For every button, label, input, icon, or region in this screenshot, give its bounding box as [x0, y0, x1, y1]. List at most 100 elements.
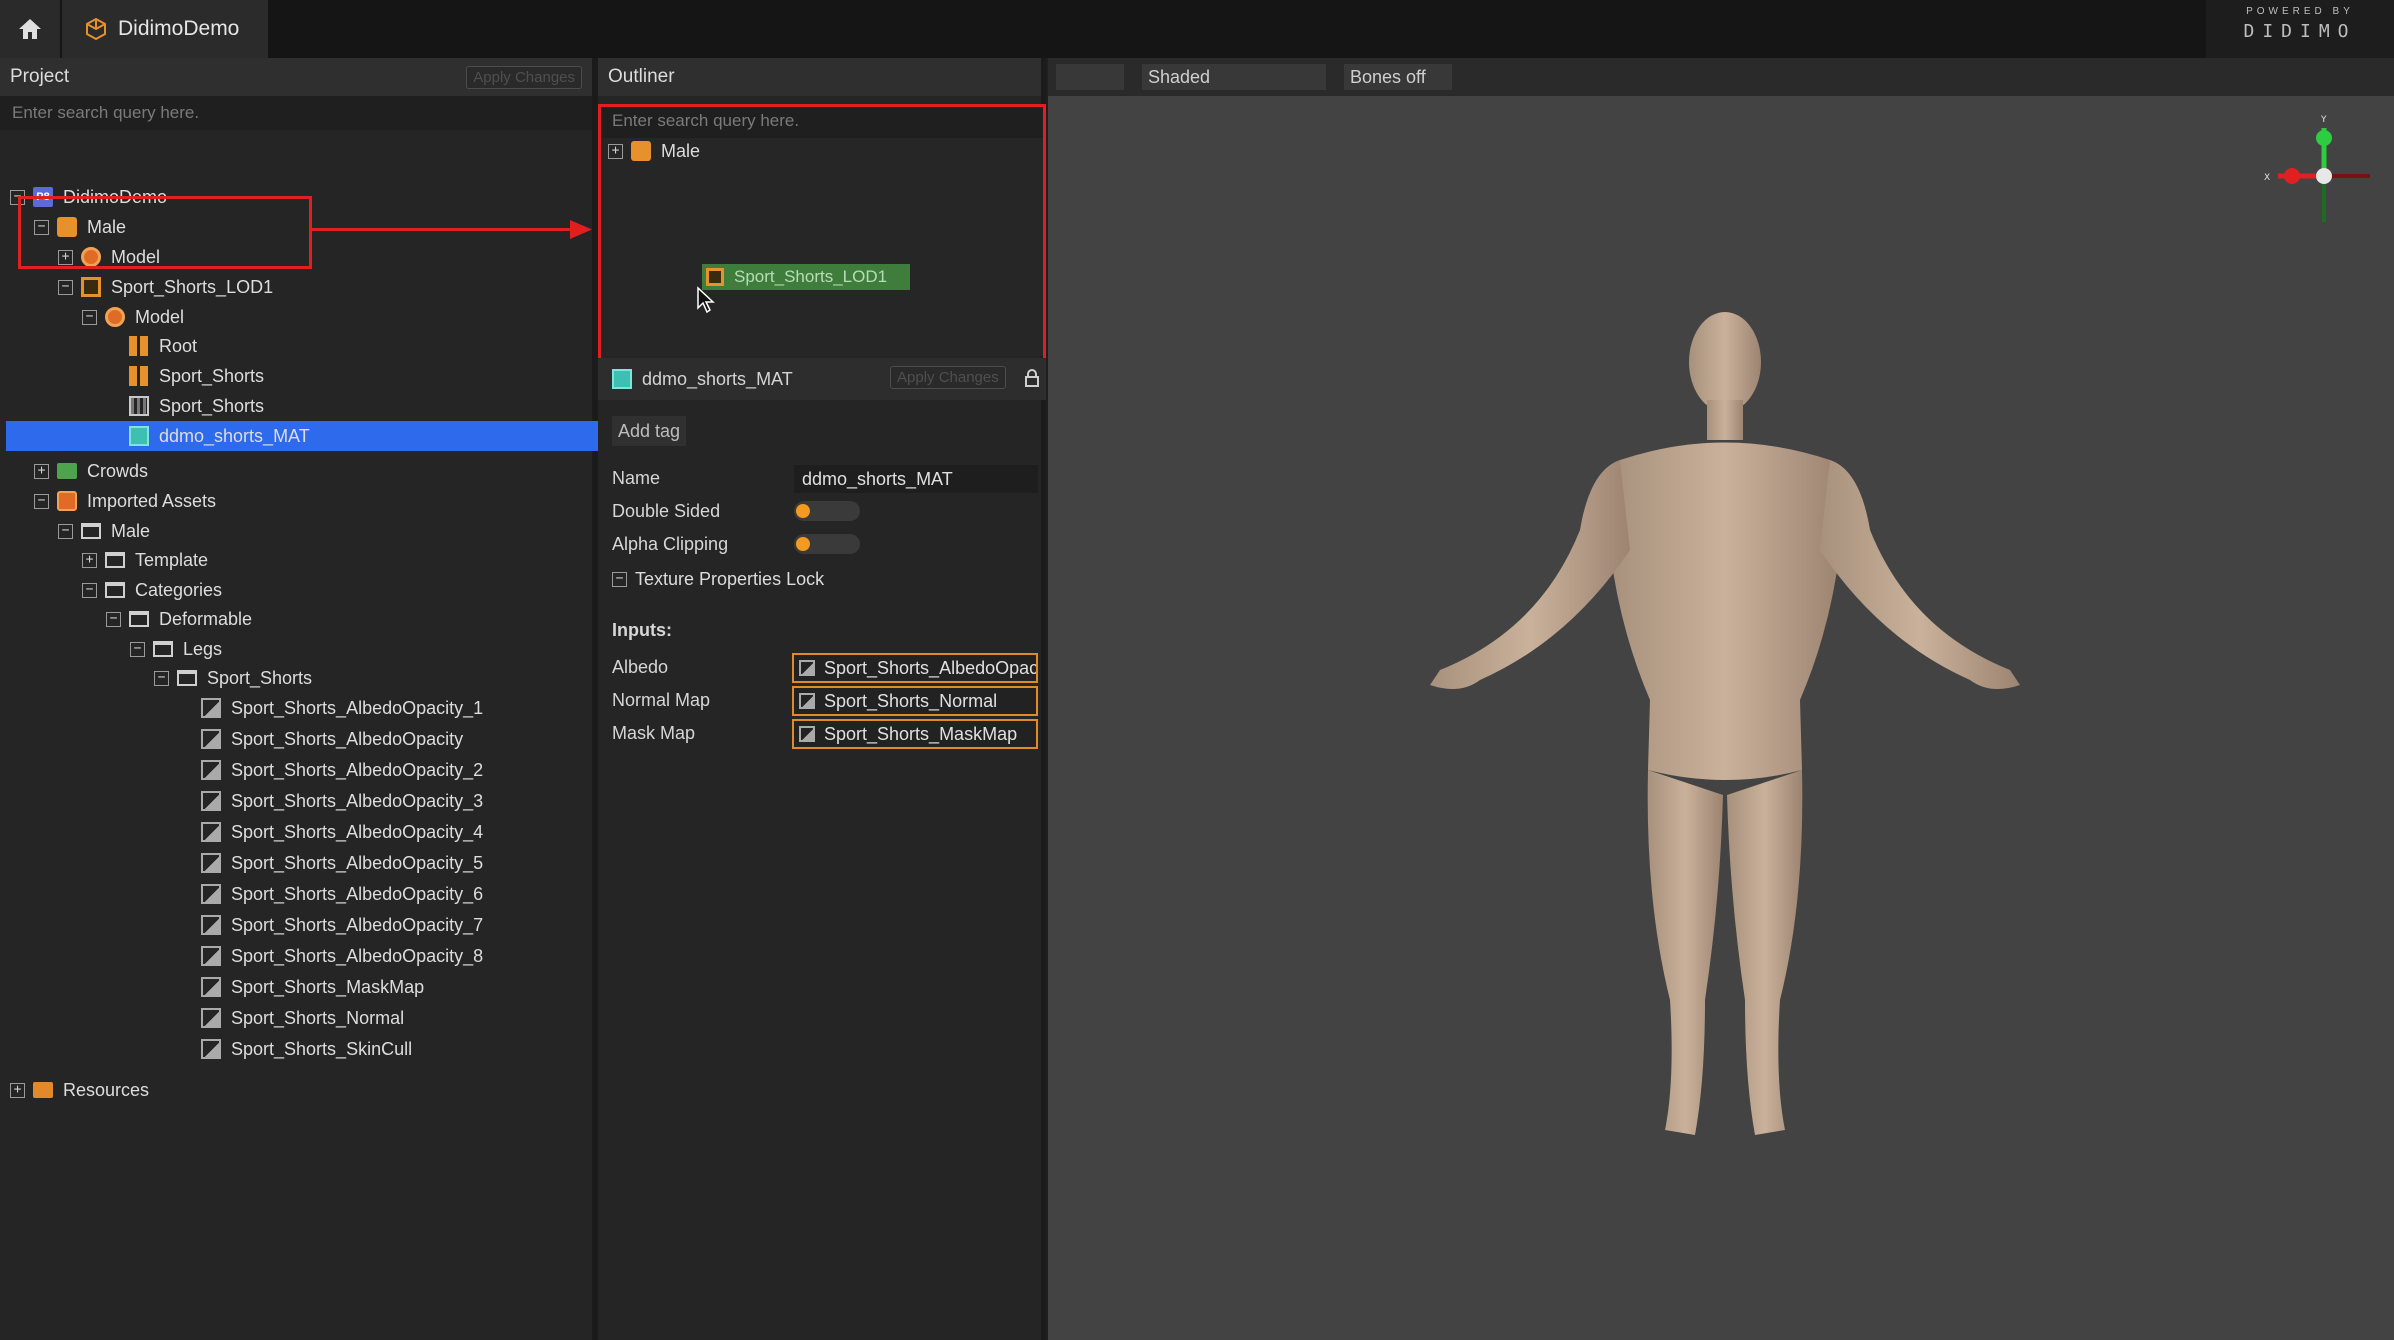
material-header-name: ddmo_shorts_MAT [642, 368, 793, 389]
image-icon [201, 698, 221, 718]
alpha-clipping-label: Alpha Clipping [612, 534, 729, 554]
project-tree-item-label: Sport_Shorts_AlbedoOpacity_8 [231, 945, 484, 966]
project-tree-item-label: Legs [183, 638, 223, 659]
inputs-label: Inputs: [612, 620, 672, 640]
collapse-icon[interactable]: − [82, 309, 97, 325]
folder-icon [105, 552, 125, 568]
albedo-label: Albedo [612, 657, 669, 677]
project-tree-item-label: Sport_Shorts_AlbedoOpacity_3 [231, 790, 484, 811]
highlight-box-outliner [598, 104, 1046, 366]
brand-logo: POWERED BY DIDIMO [2206, 0, 2394, 58]
bones-toggle[interactable]: Bones off [1344, 64, 1452, 90]
project-tree-item-label: Imported Assets [87, 490, 217, 511]
lock-icon[interactable] [1024, 368, 1040, 388]
project-tree-item[interactable]: + Crowds [34, 456, 148, 486]
image-icon [799, 726, 815, 742]
project-tree-item[interactable]: − Legs [130, 634, 222, 664]
shading-dropdown[interactable]: Shaded [1142, 64, 1326, 90]
project-tree-item-label: Sport_Shorts_AlbedoOpacity_2 [231, 759, 484, 780]
project-tree-item-label: Sport_Shorts_Normal [231, 1007, 405, 1028]
viewport-blank-button[interactable] [1056, 64, 1124, 90]
project-tree-item[interactable]: − Deformable [106, 604, 252, 634]
expand-icon[interactable]: + [82, 552, 97, 568]
alpha-clipping-toggle[interactable] [794, 534, 860, 554]
toggle-knob [796, 504, 810, 518]
crowds-icon [57, 463, 77, 479]
project-tree-item[interactable]: − Sport_Shorts_LOD1 [58, 272, 273, 302]
project-tree-item[interactable]: Sport_Shorts_AlbedoOpacity_8 [201, 941, 483, 971]
double-sided-toggle[interactable] [794, 501, 860, 521]
project-tree-item[interactable]: Sport_Shorts_AlbedoOpacity_4 [201, 817, 483, 847]
expand-icon[interactable]: + [34, 463, 49, 479]
project-tree-item[interactable]: Sport_Shorts_AlbedoOpacity_1 [201, 693, 483, 723]
project-tree-item[interactable]: Sport_Shorts_AlbedoOpacity [201, 724, 463, 754]
highlight-arrow [312, 228, 574, 231]
highlight-box-project [18, 196, 312, 269]
project-tree-item[interactable]: Sport_Shorts_AlbedoOpacity_6 [201, 879, 483, 909]
project-tree-item-label: Template [135, 549, 209, 570]
project-tree-item[interactable]: − Sport_Shorts [154, 663, 312, 693]
albedo-slot[interactable]: Sport_Shorts_AlbedoOpac [792, 653, 1038, 683]
app-tab[interactable]: DidimoDemo [62, 0, 268, 58]
collapse-icon[interactable]: − [612, 571, 627, 587]
image-icon [201, 946, 221, 966]
project-tree-item-label: Sport_Shorts_AlbedoOpacity_4 [231, 821, 484, 842]
project-tree-item-label: Sport_Shorts [159, 395, 265, 416]
project-search-input[interactable]: Enter search query here. [0, 96, 592, 130]
arrow-head-icon [570, 220, 592, 239]
project-tree-item-label: Categories [135, 579, 223, 600]
collapse-icon[interactable]: − [130, 641, 145, 657]
folder-icon [177, 670, 197, 686]
axis-gizmo-icon[interactable]: Y X [2262, 110, 2386, 240]
collapse-icon[interactable]: − [58, 279, 73, 295]
mesh-icon [129, 396, 149, 416]
project-tree-item-label: Sport_Shorts [159, 365, 265, 386]
project-tree-item[interactable]: Sport_Shorts_AlbedoOpacity_2 [201, 755, 483, 785]
project-tree-item[interactable]: Root [129, 331, 197, 361]
project-tree-item[interactable]: Sport_Shorts_MaskMap [201, 972, 424, 1002]
folder-icon [153, 641, 173, 657]
texture-lock-label: Texture Properties Lock [635, 568, 825, 589]
project-apply-button[interactable]: Apply Changes [466, 65, 582, 89]
mask-map-label: Mask Map [612, 723, 696, 743]
collapse-icon[interactable]: − [82, 582, 97, 598]
character-model[interactable] [1420, 300, 2040, 1150]
project-tree-item[interactable]: Sport_Shorts [129, 361, 264, 391]
project-tree-item-label: Sport_Shorts_LOD1 [111, 276, 274, 297]
collapse-icon[interactable]: − [154, 670, 169, 686]
home-button[interactable] [0, 0, 60, 58]
project-tree-item[interactable]: − Model [82, 302, 184, 332]
project-tree-item[interactable]: Sport_Shorts_SkinCull [201, 1034, 412, 1064]
texture-lock-row[interactable]: − Texture Properties Lock [612, 564, 824, 594]
project-tree-item[interactable]: Sport_Shorts_Normal [201, 1003, 404, 1033]
image-icon [201, 760, 221, 780]
project-tree-item[interactable]: − Imported Assets [34, 486, 216, 516]
imported-icon [57, 491, 77, 511]
name-label: Name [612, 468, 661, 488]
folder-icon [105, 582, 125, 598]
name-field[interactable]: ddmo_shorts_MAT [794, 465, 1038, 493]
image-icon [201, 822, 221, 842]
add-tag-button[interactable]: Add tag [612, 416, 687, 446]
project-tree-item[interactable]: + Template [82, 545, 208, 575]
project-tree-item[interactable]: Sport_Shorts_AlbedoOpacity_7 [201, 910, 483, 940]
project-tree-item-label: Sport_Shorts_SkinCull [231, 1038, 413, 1059]
image-icon [201, 729, 221, 749]
collapse-icon[interactable]: − [106, 611, 121, 627]
normal-map-value: Sport_Shorts_Normal [824, 691, 998, 711]
brand-big: DIDIMO [2243, 21, 2357, 42]
project-tree-item[interactable]: Sport_Shorts_AlbedoOpacity_5 [201, 848, 483, 878]
expand-icon[interactable]: + [10, 1082, 25, 1098]
project-tree-item[interactable]: − Categories [82, 575, 222, 605]
project-tree-item[interactable]: Sport_Shorts_AlbedoOpacity_3 [201, 786, 483, 816]
mask-map-slot[interactable]: Sport_Shorts_MaskMap [792, 719, 1038, 749]
gizmo-x-label: X [2264, 173, 2270, 183]
material-apply-button[interactable]: Apply Changes [890, 366, 1006, 389]
image-icon [201, 884, 221, 904]
project-tree-item[interactable]: + Resources [10, 1075, 149, 1105]
project-tree-item[interactable]: Sport_Shorts [129, 391, 264, 421]
project-tree-item[interactable]: − Male [58, 516, 150, 546]
collapse-icon[interactable]: − [34, 493, 49, 509]
normal-map-slot[interactable]: Sport_Shorts_Normal [792, 686, 1038, 716]
collapse-icon[interactable]: − [58, 523, 73, 539]
